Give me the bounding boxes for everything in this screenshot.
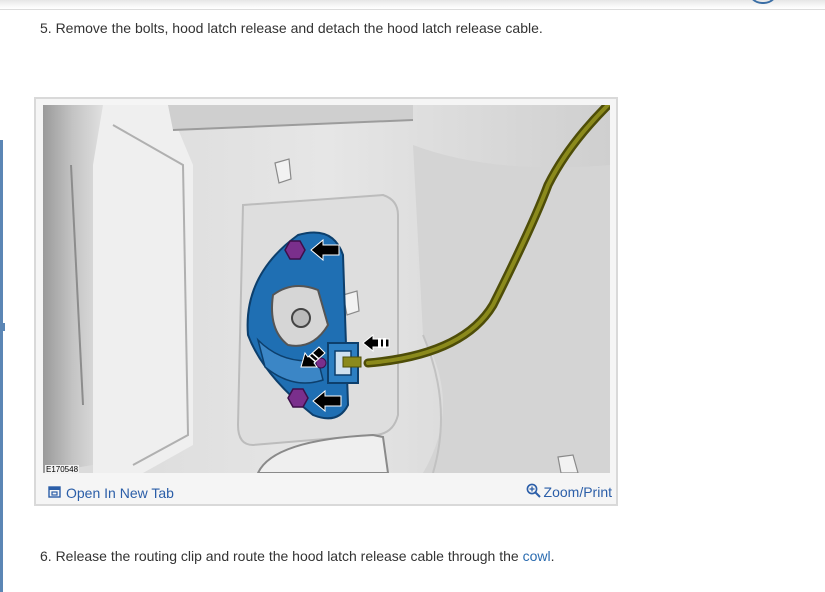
hood-latch-illustration[interactable] [43, 105, 610, 473]
open-in-new-tab-link[interactable]: Open In New Tab [48, 485, 174, 501]
hood-latch-drawing [43, 105, 610, 473]
left-sidebar-edge [0, 140, 3, 592]
open-in-new-tab-icon [48, 485, 61, 501]
step-6-text-main: 6. Release the routing clip and route th… [40, 548, 523, 564]
top-toolbar-edge [0, 0, 825, 10]
zoom-in-icon [526, 483, 541, 501]
figure-id-label: E170548 [45, 465, 80, 474]
open-in-new-tab-label: Open In New Tab [66, 485, 174, 501]
left-sidebar-notch [0, 323, 5, 331]
zoom-print-label: Zoom/Print [543, 484, 612, 500]
step-5-text: 5. Remove the bolts, hood latch release … [40, 20, 543, 36]
step-6-text-end: . [550, 548, 555, 564]
cowl-link[interactable]: cowl [523, 548, 551, 564]
step-6-text: 6. Release the routing clip and route th… [40, 548, 554, 564]
zoom-print-link[interactable]: Zoom/Print [526, 483, 612, 501]
